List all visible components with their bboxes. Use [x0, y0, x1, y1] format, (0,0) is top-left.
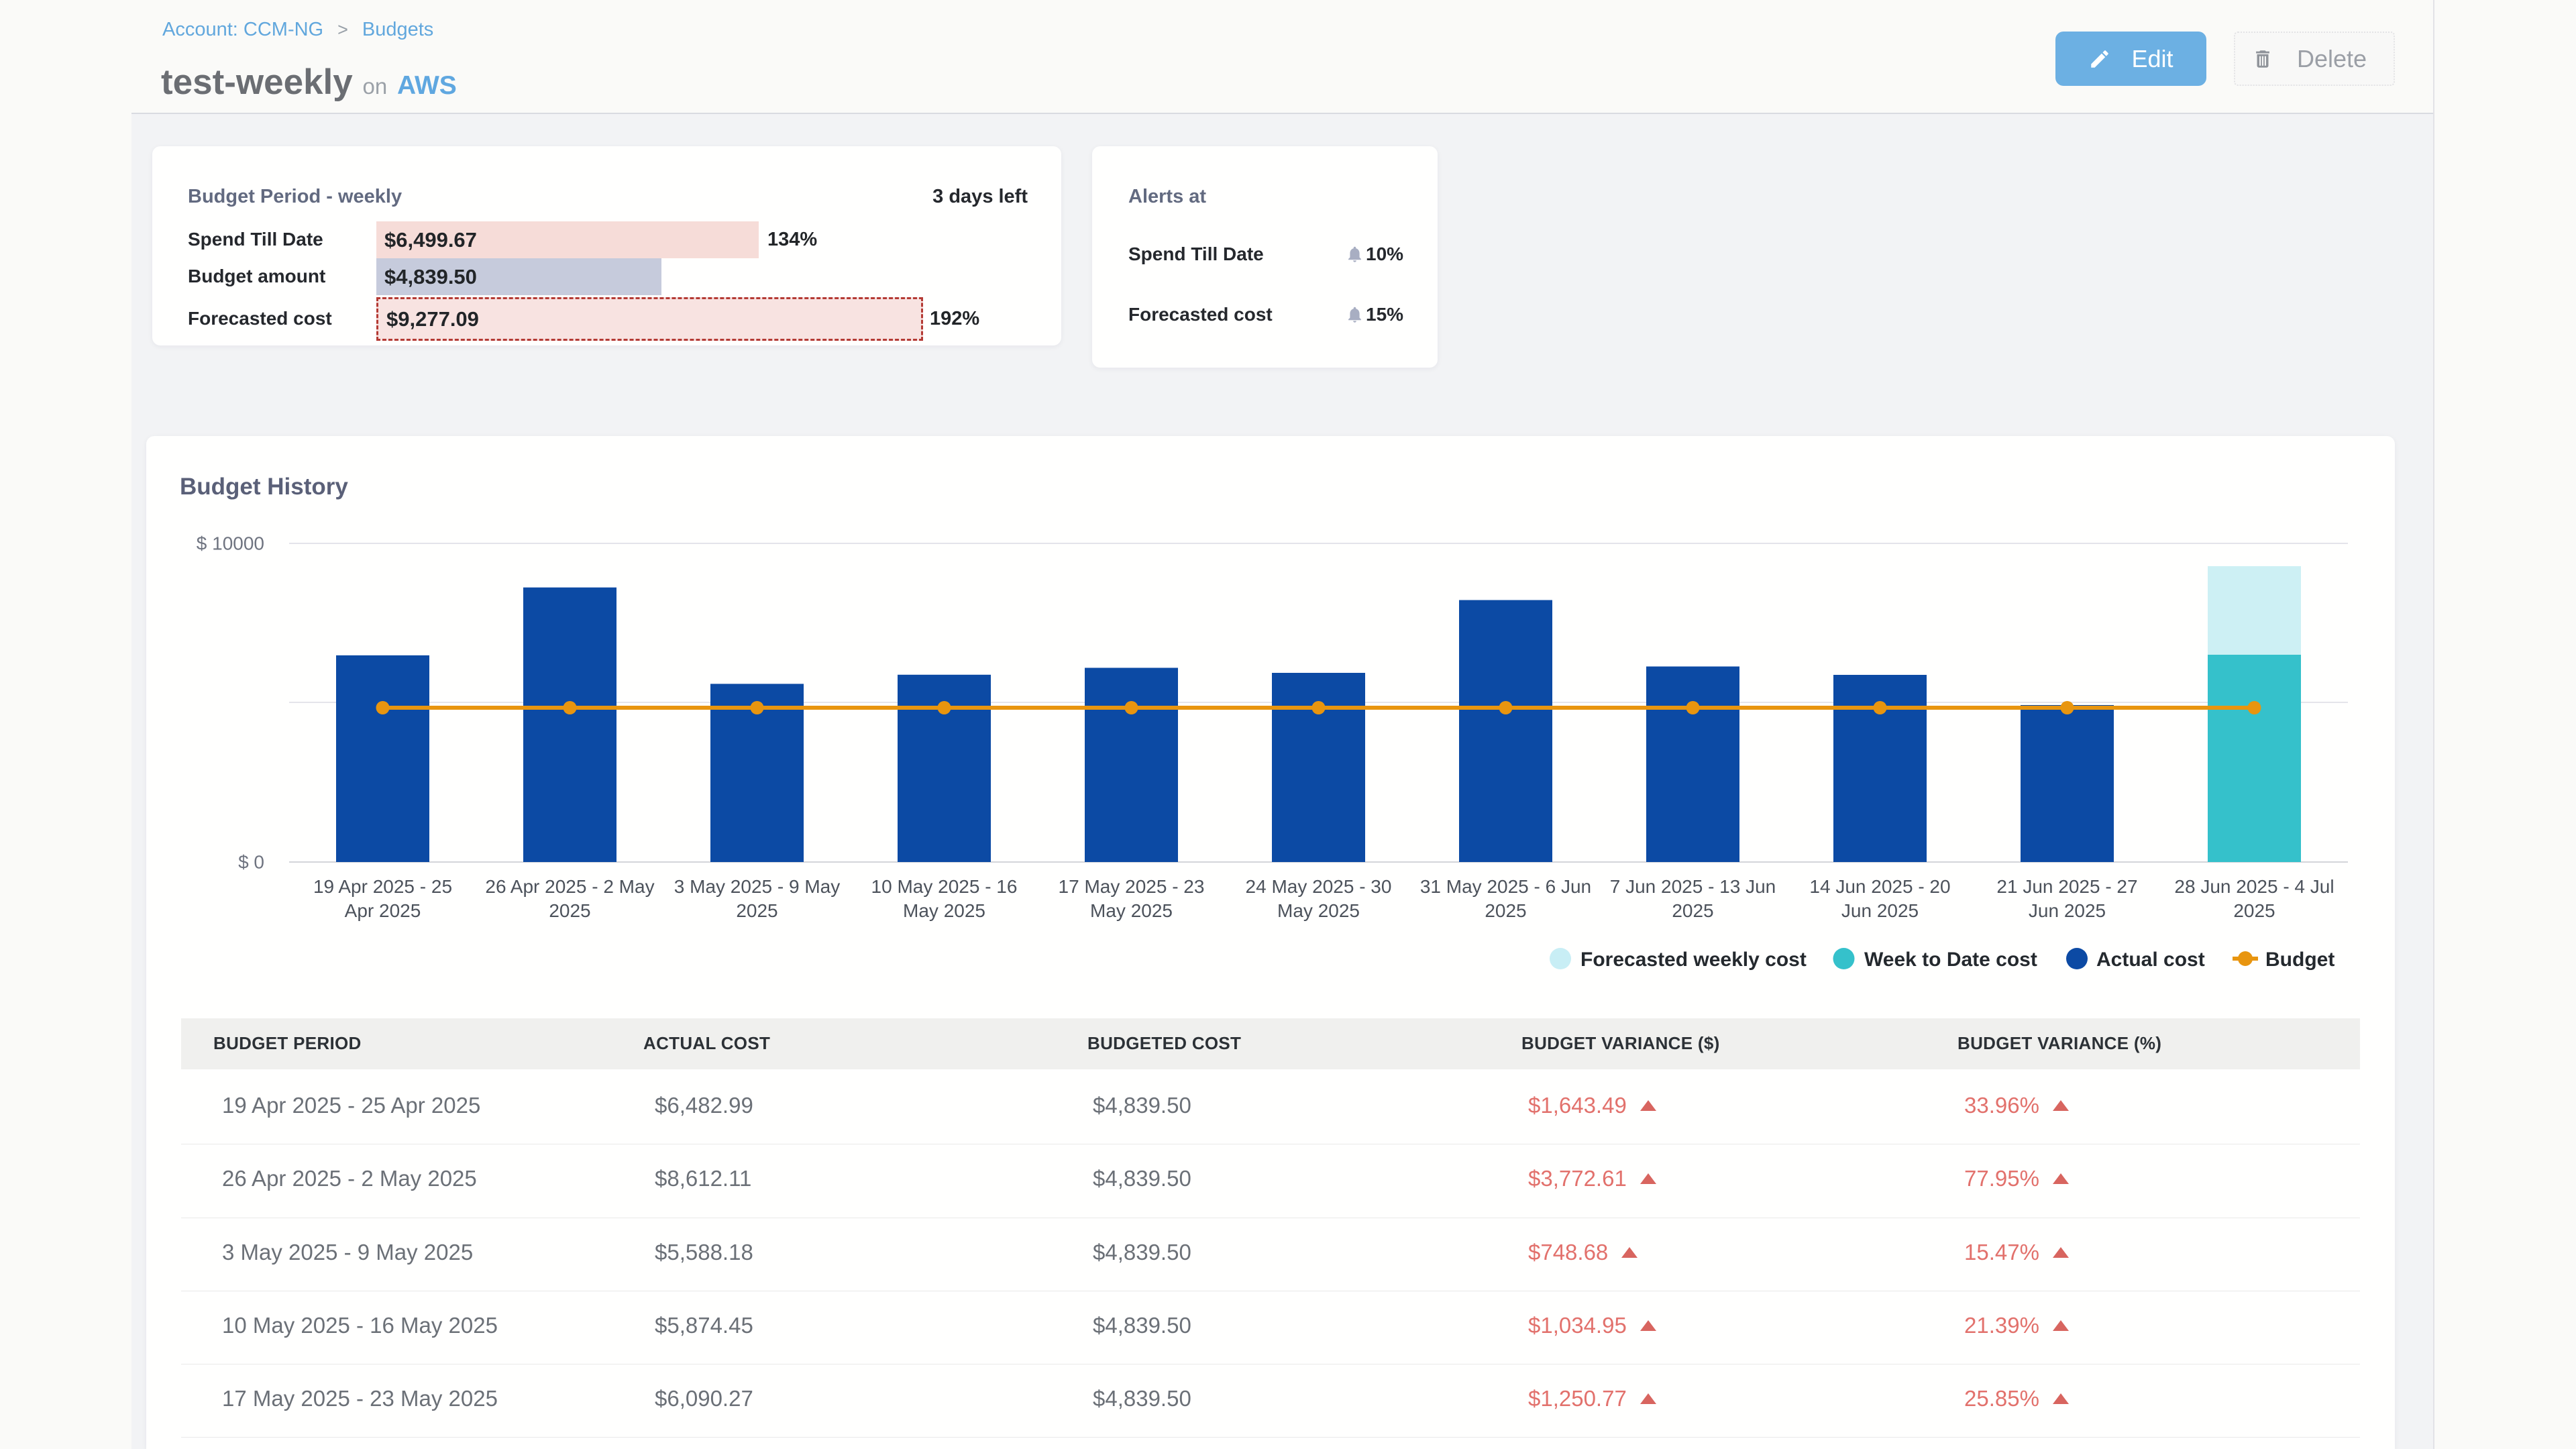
- svg-text:May 2025: May 2025: [1277, 900, 1360, 921]
- svg-text:3 May 2025 - 9 May: 3 May 2025 - 9 May: [674, 876, 840, 897]
- svg-text:May 2025: May 2025: [1090, 900, 1173, 921]
- svg-text:2025: 2025: [736, 900, 777, 921]
- svg-text:28 Jun 2025 - 4 Jul: 28 Jun 2025 - 4 Jul: [2174, 876, 2334, 897]
- svg-text:Actual cost: Actual cost: [2096, 949, 2205, 971]
- svg-text:Budget: Budget: [2265, 949, 2334, 971]
- svg-text:10 May 2025 - 16: 10 May 2025 - 16: [871, 876, 1018, 897]
- svg-text:Jun 2025: Jun 2025: [2029, 900, 2106, 921]
- svg-text:2025: 2025: [549, 900, 590, 921]
- svg-text:Forecasted weekly cost: Forecasted weekly cost: [1580, 949, 1807, 971]
- svg-text:31 May 2025 - 6 Jun: 31 May 2025 - 6 Jun: [1420, 876, 1591, 897]
- svg-text:Jun 2025: Jun 2025: [1841, 900, 1919, 921]
- svg-text:21 Jun 2025 - 27: 21 Jun 2025 - 27: [1996, 876, 2137, 897]
- svg-text:May 2025: May 2025: [903, 900, 985, 921]
- svg-text:2025: 2025: [1485, 900, 1526, 921]
- svg-text:7 Jun 2025 - 13 Jun: 7 Jun 2025 - 13 Jun: [1610, 876, 1776, 897]
- svg-text:24 May 2025 - 30: 24 May 2025 - 30: [1246, 876, 1392, 897]
- svg-text:26 Apr 2025 - 2 May: 26 Apr 2025 - 2 May: [485, 876, 654, 897]
- svg-text:$ 0: $ 0: [238, 852, 264, 873]
- svg-text:14 Jun 2025 - 20: 14 Jun 2025 - 20: [1809, 876, 1950, 897]
- svg-text:Week to Date cost: Week to Date cost: [1864, 949, 2037, 971]
- svg-text:2025: 2025: [2233, 900, 2275, 921]
- svg-text:19 Apr 2025 - 25: 19 Apr 2025 - 25: [313, 876, 452, 897]
- svg-text:17 May 2025 - 23: 17 May 2025 - 23: [1059, 876, 1205, 897]
- svg-text:2025: 2025: [1672, 900, 1713, 921]
- svg-text:$ 10000: $ 10000: [197, 533, 264, 554]
- svg-text:Apr 2025: Apr 2025: [345, 900, 421, 921]
